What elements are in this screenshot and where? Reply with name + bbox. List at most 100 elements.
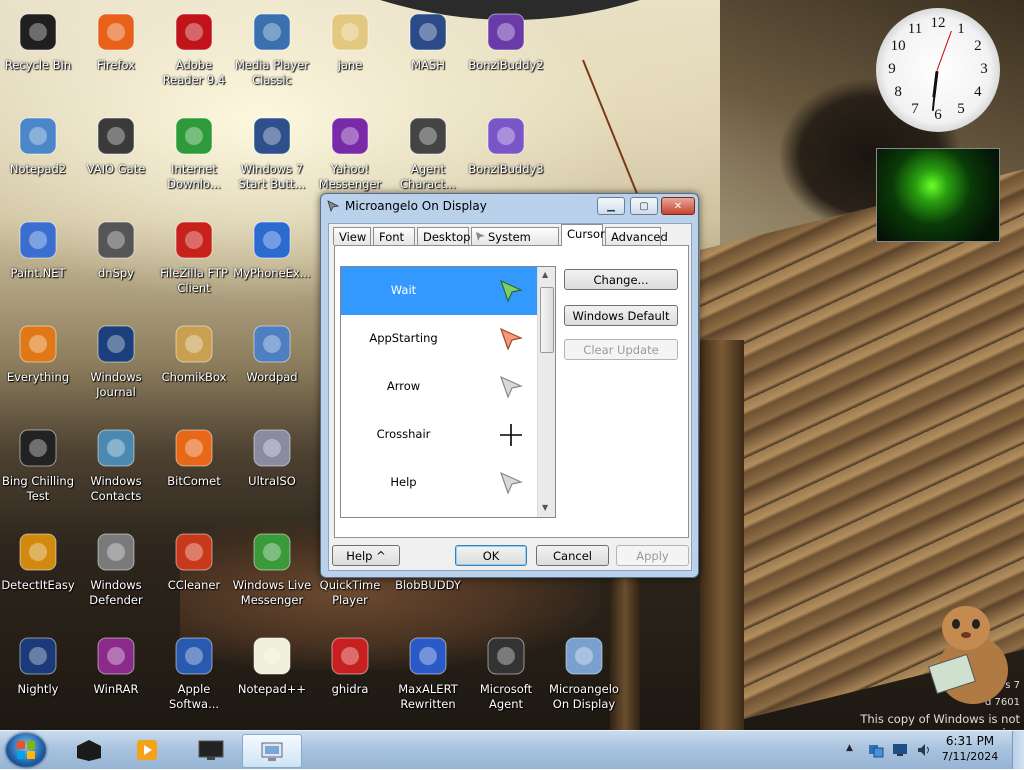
desktop-icon[interactable]: Wordpad	[232, 316, 312, 416]
dialog-titlebar[interactable]: Microangelo On Display ▁ ▢ ✕	[321, 194, 698, 218]
desktop-icon[interactable]: Microsoft Agent	[466, 628, 546, 728]
recycle-bin-icon	[14, 8, 62, 56]
windows-default-button[interactable]: Windows Default	[564, 305, 678, 326]
desktop-icon[interactable]: BonziBuddy2	[466, 4, 546, 104]
apple-software-update-icon	[170, 632, 218, 680]
clock-numeral: 9	[888, 61, 896, 77]
myphoneexplorer-icon	[248, 216, 296, 264]
tab-desktop[interactable]: Desktop	[417, 227, 470, 245]
list-item-arrow[interactable]: Arrow	[341, 363, 537, 411]
desktop-icon[interactable]: UltraISO	[232, 420, 312, 520]
desktop-icon[interactable]: BitComet	[154, 420, 234, 520]
slideshow-gadget[interactable]	[876, 148, 1000, 242]
desktop-icon[interactable]: MyPhoneEx...	[232, 212, 312, 312]
apply-button[interactable]: Apply	[616, 545, 689, 566]
desktop-icon[interactable]: FileZilla FTP Client	[154, 212, 234, 312]
list-item-appstarting[interactable]: AppStarting	[341, 315, 537, 363]
tab-advanced[interactable]: Advanced	[605, 227, 668, 245]
taskbar-item-monitor[interactable]	[182, 734, 240, 766]
desktop-icon-label: FileZilla FTP Client	[160, 266, 228, 295]
chomikbox-icon	[170, 320, 218, 368]
desktop-icon[interactable]: Windows Live Messenger	[232, 524, 312, 624]
tab-cursor[interactable]: Cursor	[561, 224, 605, 246]
minimize-button[interactable]: ▁	[597, 197, 625, 215]
desktop-icon-label: Yahoo! Messenger	[318, 162, 382, 191]
desktop-icon[interactable]: Microangelo On Display	[544, 628, 624, 728]
desktop-icon[interactable]: MASH	[388, 4, 468, 104]
tab-view[interactable]: View	[333, 227, 371, 245]
desktop-icon-label: Microsoft Agent	[479, 682, 533, 711]
tab-system-icons[interactable]: System Icons	[471, 227, 559, 262]
desktop-icon-label: Recycle Bin	[4, 58, 72, 72]
taskbar-item-media-player[interactable]	[118, 734, 176, 766]
clock-numeral: 10	[890, 38, 906, 54]
desktop-icon[interactable]: dnSpy	[76, 212, 156, 312]
desktop-icon[interactable]: Media Player Classic	[232, 4, 312, 104]
scroll-down-icon[interactable]: ▼	[542, 503, 548, 512]
desktop-icon[interactable]: VAIO Gate	[76, 108, 156, 208]
close-button[interactable]: ✕	[661, 197, 695, 215]
microangelo-dialog[interactable]: Microangelo On Display ▁ ▢ ✕ View Font D…	[320, 193, 699, 578]
bing-chilling-icon	[14, 424, 62, 472]
desktop-icon[interactable]: WinRAR	[76, 628, 156, 728]
list-item-crosshair[interactable]: Crosshair	[341, 411, 537, 459]
desktop-icon[interactable]: MaxALERT Rewritten	[388, 628, 468, 728]
display-icon[interactable]	[892, 742, 908, 758]
desktop-icon[interactable]: Apple Softwa...	[154, 628, 234, 728]
list-item-help[interactable]: Help	[341, 459, 537, 507]
desktop-icon[interactable]: Internet Downlo...	[154, 108, 234, 208]
maximize-button[interactable]: ▢	[630, 197, 658, 215]
scrollbar-thumb[interactable]	[540, 287, 554, 353]
desktop-icon[interactable]: Recycle Bin	[0, 4, 78, 104]
desktop-icon-label: Apple Softwa...	[168, 682, 220, 711]
desktop-icon[interactable]: Windows Defender	[76, 524, 156, 624]
network-icon[interactable]	[868, 742, 884, 758]
clock-numeral: 1	[957, 21, 965, 38]
desktop-icon[interactable]: Nightly	[0, 628, 78, 728]
desktop-icon[interactable]: Adobe Reader 9.4	[154, 4, 234, 104]
clock-gadget[interactable]: 12 1 2 3 4 5 6 7 8 9 10 11	[876, 8, 1000, 132]
scroll-up-icon[interactable]: ▲	[542, 270, 548, 279]
desktop-icon[interactable]: Bing Chilling Test	[0, 420, 78, 520]
desktop-icon[interactable]: ghidra	[310, 628, 390, 728]
desktop-icon[interactable]: Notepad++	[232, 628, 312, 728]
windows-live-messenger-icon	[248, 528, 296, 576]
cancel-button[interactable]: Cancel	[536, 545, 609, 566]
taskbar-item-microangelo[interactable]	[242, 734, 302, 768]
desktop-icon-label: DetectItEasy	[1, 578, 75, 592]
desktop-icon[interactable]: Windows Journal	[76, 316, 156, 416]
clock-numeral: 12	[930, 15, 946, 31]
desktop-icon[interactable]: jane	[310, 4, 390, 104]
desktop-icon[interactable]: Notepad2	[0, 108, 78, 208]
desktop-icon[interactable]: Windows Contacts	[76, 420, 156, 520]
desktop-icon-label: VAIO Gate	[86, 162, 146, 176]
cursor-list[interactable]: Wait AppStarting Arrow Crosshair Help ▲ …	[340, 266, 556, 518]
list-item-wait[interactable]: Wait	[341, 267, 537, 315]
clear-update-button[interactable]: Clear Update	[564, 339, 678, 360]
clock-time[interactable]: 6:31 PM	[938, 734, 1002, 748]
media-player-orange-icon	[137, 740, 157, 760]
desktop-icon[interactable]: Windows 7 Start Butt...	[232, 108, 312, 208]
bitcomet-icon	[170, 424, 218, 472]
change-button[interactable]: Change...	[564, 269, 678, 290]
desktop-icon[interactable]: Everything	[0, 316, 78, 416]
desktop-icon[interactable]: ChomikBox	[154, 316, 234, 416]
desktop-icon[interactable]: Firefox	[76, 4, 156, 104]
volume-icon[interactable]	[916, 742, 932, 758]
clock-second-hand	[936, 30, 952, 71]
desktop-icon[interactable]: Paint.NET	[0, 212, 78, 312]
dialog-title: Microangelo On Display	[345, 199, 487, 213]
desktop-icon[interactable]: CCleaner	[154, 524, 234, 624]
help-button[interactable]: Help ^	[332, 545, 400, 566]
start-button[interactable]	[6, 733, 46, 767]
windows-logo-icon	[17, 741, 35, 759]
show-desktop-button[interactable]	[1012, 731, 1024, 769]
desktop-icon[interactable]: DetectItEasy	[0, 524, 78, 624]
ok-button[interactable]: OK	[455, 545, 527, 566]
tab-font[interactable]: Font	[373, 227, 415, 245]
desktop-icon-label: Windows Live Messenger	[232, 578, 312, 607]
clock-date[interactable]: 7/11/2024	[938, 750, 1002, 763]
show-hidden-icons-arrow[interactable]: ▲	[846, 743, 853, 753]
cursor-list-scrollbar[interactable]: ▲ ▼	[537, 267, 555, 517]
taskbar-item-black-box[interactable]	[60, 734, 118, 766]
